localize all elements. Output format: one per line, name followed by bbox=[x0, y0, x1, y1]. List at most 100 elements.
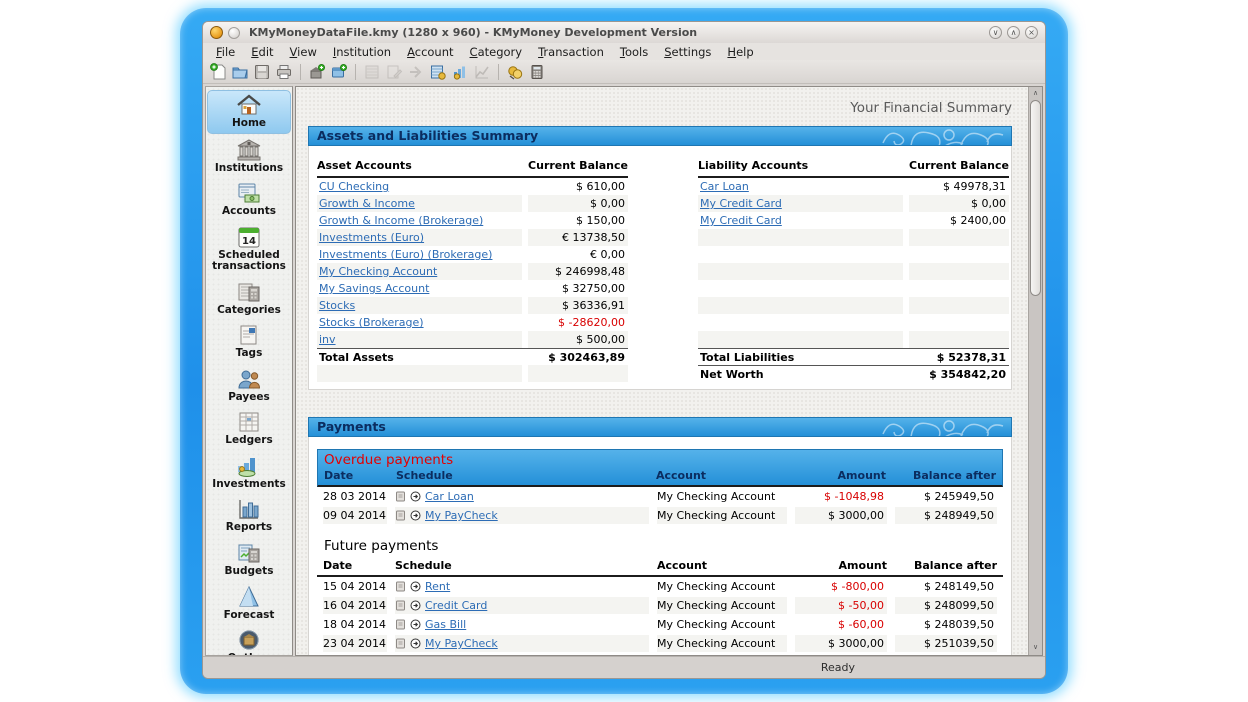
scroll-up-icon[interactable]: ∧ bbox=[1029, 87, 1042, 99]
schedule-link[interactable]: Car Loan bbox=[425, 488, 474, 505]
menu-view[interactable]: View bbox=[282, 44, 325, 60]
titlebar[interactable]: KMyMoneyDataFile.kmy (1280 x 960) - KMyM… bbox=[203, 22, 1045, 43]
sidebar-item-home[interactable]: Home bbox=[207, 90, 291, 134]
enter-schedule-icon[interactable] bbox=[410, 638, 421, 649]
print-icon[interactable] bbox=[275, 63, 293, 81]
sidebar-item-investments[interactable]: Investments bbox=[207, 452, 291, 494]
sidebar-item-scheduled[interactable]: 14 Scheduled transactions bbox=[207, 223, 291, 276]
new-file-icon[interactable] bbox=[209, 63, 227, 81]
schedule-link[interactable]: Rent bbox=[425, 578, 450, 595]
menu-help[interactable]: Help bbox=[719, 44, 761, 60]
future-payments-title: Future payments bbox=[317, 538, 1003, 554]
kmymoney-app-icon bbox=[210, 26, 223, 39]
account-balance: $ 49978,31 bbox=[909, 178, 1009, 195]
schedule-link[interactable]: Car Loan bbox=[425, 654, 474, 656]
ledger-disabled-icon bbox=[363, 63, 381, 81]
sidebar-item-accounts[interactable]: Accounts bbox=[207, 179, 291, 221]
account-link[interactable]: Investments (Euro) (Brokerage) bbox=[319, 248, 492, 261]
new-account-icon[interactable] bbox=[330, 63, 348, 81]
enter-schedule-icon[interactable] bbox=[410, 600, 421, 611]
window-menu-icon[interactable] bbox=[228, 27, 240, 39]
sidebar-item-tags[interactable]: Tags bbox=[207, 321, 291, 363]
enter-schedule-icon[interactable] bbox=[410, 510, 421, 521]
open-file-icon[interactable] bbox=[231, 63, 249, 81]
calendar-icon: 14 bbox=[236, 225, 262, 249]
investments-icon bbox=[236, 454, 262, 478]
close-button[interactable]: × bbox=[1025, 26, 1038, 39]
scrollbar-thumb[interactable] bbox=[1030, 100, 1041, 296]
sidebar-item-label: Tags bbox=[207, 348, 291, 360]
sidebar-item-categories[interactable]: Categories bbox=[207, 278, 291, 320]
account-link[interactable]: My Credit Card bbox=[700, 197, 782, 210]
assets-liabilities-header: Assets and Liabilities Summary bbox=[308, 126, 1012, 146]
schedule-link[interactable]: Credit Card bbox=[425, 597, 487, 614]
payments-section: Payments Overdue payments Date Schedule … bbox=[308, 417, 1012, 656]
payment-date: 28 04 2014 bbox=[323, 654, 387, 656]
account-link[interactable]: Investments (Euro) bbox=[319, 231, 424, 244]
ledgers-view-icon[interactable] bbox=[429, 63, 447, 81]
payment-balance: $ 248099,50 bbox=[895, 597, 997, 614]
account-link[interactable]: My Checking Account bbox=[319, 265, 437, 278]
account-link[interactable]: inv bbox=[319, 333, 336, 346]
budgets-icon bbox=[236, 541, 262, 565]
currencies-icon[interactable] bbox=[506, 63, 524, 81]
sidebar-item-payees[interactable]: Payees bbox=[207, 365, 291, 407]
menu-settings[interactable]: Settings bbox=[656, 44, 719, 60]
sidebar-item-label: Institutions bbox=[207, 163, 291, 175]
column-header: Amount bbox=[795, 559, 887, 572]
maximize-button[interactable]: ∧ bbox=[1007, 26, 1020, 39]
enter-schedule-icon[interactable] bbox=[410, 619, 421, 630]
account-balance: $ 500,00 bbox=[528, 331, 628, 348]
enter-schedule-icon[interactable] bbox=[410, 491, 421, 502]
schedule-link[interactable]: Gas Bill bbox=[425, 616, 466, 633]
calculator-icon[interactable] bbox=[528, 63, 546, 81]
account-link[interactable]: Stocks bbox=[319, 299, 355, 312]
account-balance: $ 150,00 bbox=[528, 212, 628, 229]
account-link[interactable]: My Savings Account bbox=[319, 282, 429, 295]
enter-schedule-icon[interactable] bbox=[410, 581, 421, 592]
sidebar-item-outbox[interactable]: Outbox bbox=[207, 626, 291, 656]
sidebar-item-institutions[interactable]: Institutions bbox=[207, 136, 291, 178]
menu-category[interactable]: Category bbox=[462, 44, 531, 60]
account-balance: € 13738,50 bbox=[528, 229, 628, 246]
sidebar-item-forecast[interactable]: Forecast bbox=[207, 583, 291, 625]
menu-account[interactable]: Account bbox=[399, 44, 461, 60]
sidebar-item-ledgers[interactable]: Ledgers bbox=[207, 408, 291, 450]
menu-file[interactable]: File bbox=[208, 44, 243, 60]
account-link[interactable]: Growth & Income (Brokerage) bbox=[319, 214, 483, 227]
account-link[interactable]: Car Loan bbox=[700, 180, 749, 193]
menu-edit[interactable]: Edit bbox=[243, 44, 281, 60]
schedule-link[interactable]: My PayCheck bbox=[425, 507, 498, 524]
column-header: Balance after bbox=[895, 559, 997, 572]
payment-balance: $ 251039,50 bbox=[895, 635, 997, 652]
table-row bbox=[698, 314, 1009, 331]
sidebar-item-reports[interactable]: Reports bbox=[207, 495, 291, 537]
reconcile-disabled-icon bbox=[407, 63, 425, 81]
table-row bbox=[698, 263, 1009, 280]
payment-schedule-cell: Car Loan bbox=[395, 654, 649, 656]
table-row: My Credit Card$ 2400,00 bbox=[698, 212, 1009, 229]
account-link[interactable]: Stocks (Brokerage) bbox=[319, 316, 424, 329]
menu-tools[interactable]: Tools bbox=[612, 44, 656, 60]
menu-institution[interactable]: Institution bbox=[325, 44, 399, 60]
minimize-button[interactable]: ∨ bbox=[989, 26, 1002, 39]
account-link[interactable]: Growth & Income bbox=[319, 197, 415, 210]
sidebar-item-budgets[interactable]: Budgets bbox=[207, 539, 291, 581]
attachment-icon bbox=[395, 491, 406, 502]
menu-transaction[interactable]: Transaction bbox=[530, 44, 612, 60]
save-icon[interactable] bbox=[253, 63, 271, 81]
payment-date: 09 04 2014 bbox=[323, 507, 387, 524]
attachment-icon bbox=[395, 600, 406, 611]
table-row bbox=[698, 229, 1009, 246]
investments-view-icon[interactable] bbox=[451, 63, 469, 81]
schedule-link[interactable]: My PayCheck bbox=[425, 635, 498, 652]
column-header: Schedule bbox=[396, 469, 648, 482]
vertical-scrollbar[interactable]: ∧ ∨ bbox=[1028, 87, 1042, 655]
scroll-down-icon[interactable]: ∨ bbox=[1029, 641, 1042, 653]
account-balance: $ -28620,00 bbox=[528, 314, 628, 331]
new-institution-icon[interactable] bbox=[308, 63, 326, 81]
table-row: My Savings Account$ 32750,00 bbox=[317, 280, 628, 297]
account-link[interactable]: My Credit Card bbox=[700, 214, 782, 227]
account-link[interactable]: CU Checking bbox=[319, 180, 389, 193]
table-row: 16 04 2014 Credit Card My Checking Accou… bbox=[317, 596, 1003, 615]
